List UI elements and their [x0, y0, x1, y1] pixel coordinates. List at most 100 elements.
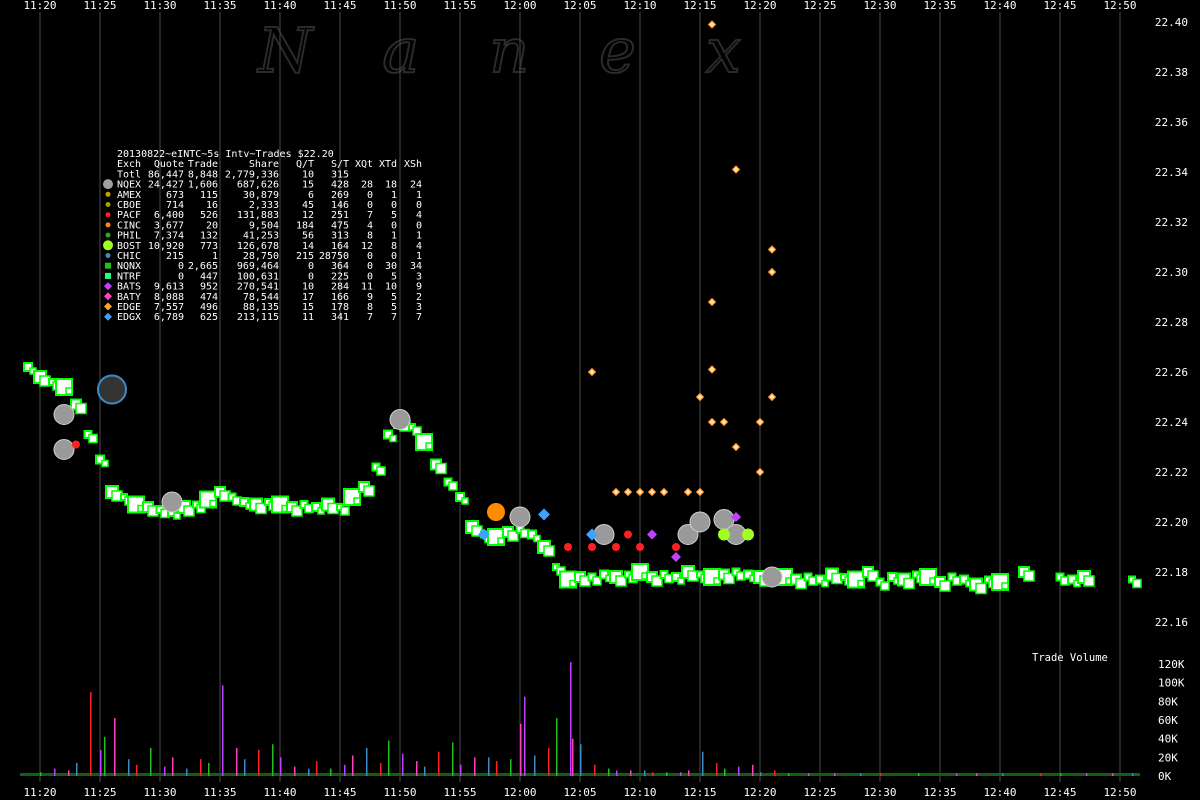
volume-bar — [272, 744, 274, 776]
x-tick-label: 11:35 — [203, 786, 236, 799]
volume-bar — [222, 685, 224, 776]
y-tick-label: 22.26 — [1155, 366, 1188, 379]
volume-bar — [416, 761, 418, 776]
volume-bar — [630, 770, 632, 776]
trade-marker-cinc — [487, 503, 505, 521]
volume-tick-label: 20K — [1158, 751, 1178, 764]
volume-bar — [100, 749, 102, 776]
trade-marker-nqnx — [1083, 575, 1095, 587]
volume-bar — [452, 742, 454, 776]
x-tick-label: 12:00 — [503, 786, 536, 799]
trade-marker-nqnx — [425, 442, 433, 450]
x-tick-label: 12:15 — [683, 786, 716, 799]
table-cell: 625 — [200, 312, 218, 323]
volume-tick-label: 60K — [1158, 714, 1178, 727]
table-header: XQt — [355, 159, 373, 170]
volume-bar — [976, 773, 978, 776]
x-tick-label: 12:45 — [1043, 0, 1076, 12]
x-tick-label: 11:30 — [143, 786, 176, 799]
volume-bar — [114, 718, 116, 776]
legend-marker — [103, 179, 113, 190]
x-tick-label: 12:05 — [563, 0, 596, 12]
volume-bar — [280, 757, 282, 776]
legend-marker — [105, 202, 111, 207]
y-tick-label: 22.24 — [1155, 416, 1188, 429]
y-tick-label: 22.38 — [1155, 66, 1188, 79]
x-tick-label: 12:40 — [983, 0, 1016, 12]
trade-marker-nqnx — [880, 581, 890, 591]
x-tick-label: 11:40 — [263, 786, 296, 799]
x-tick-label: 11:45 — [323, 0, 356, 12]
trade-marker-nqex — [689, 511, 711, 533]
trade-marker-nqex — [53, 404, 75, 425]
volume-tick-label: 80K — [1158, 695, 1178, 708]
volume-bar — [1002, 773, 1004, 776]
volume-tick-label: 40K — [1158, 733, 1178, 746]
trade-marker-bost — [718, 528, 730, 541]
x-tick-label: 12:15 — [683, 0, 716, 12]
trade-marker-nqex — [509, 506, 531, 528]
trade-marker-chic — [97, 374, 127, 405]
volume-bar — [572, 738, 574, 776]
trade-marker-pacf — [624, 530, 632, 539]
y-tick-label: 22.32 — [1155, 216, 1188, 229]
x-tick-label: 11:50 — [383, 786, 416, 799]
volume-bar — [1060, 773, 1062, 776]
volume-bar — [1112, 773, 1114, 776]
volume-bar — [402, 753, 404, 776]
legend-marker — [105, 212, 111, 218]
volume-bar — [616, 770, 618, 776]
trade-marker-nqnx — [543, 545, 555, 557]
y-tick-label: 22.36 — [1155, 116, 1188, 129]
y-tick-label: 22.16 — [1155, 616, 1188, 629]
volume-bar — [200, 759, 202, 776]
trade-marker-nqnx — [65, 387, 73, 395]
volume-bar — [556, 718, 558, 776]
y-tick-label: 22.40 — [1155, 16, 1188, 29]
trade-marker-pacf — [612, 543, 620, 551]
x-tick-label: 11:20 — [23, 786, 56, 799]
x-tick-label: 12:10 — [623, 786, 656, 799]
x-tick-label: 11:20 — [23, 0, 56, 12]
table-cell: 6,789 — [154, 312, 184, 323]
trade-marker-nqex — [389, 409, 411, 430]
volume-bar — [702, 751, 704, 776]
volume-bar — [570, 662, 572, 776]
legend-marker — [105, 253, 111, 258]
x-tick-label: 12:35 — [923, 0, 956, 12]
x-tick-label: 12:25 — [803, 786, 836, 799]
volume-bar — [136, 764, 138, 776]
volume-bar — [150, 748, 152, 776]
x-tick-label: 12:20 — [743, 0, 776, 12]
y-tick-label: 22.34 — [1155, 166, 1188, 179]
x-tick-label: 12:30 — [863, 0, 896, 12]
volume-bar — [388, 740, 390, 776]
x-tick-label: 11:55 — [443, 786, 476, 799]
volume-bar — [294, 766, 296, 776]
trade-marker-pacf — [72, 440, 80, 449]
volume-bar — [1086, 773, 1088, 776]
volume-bar — [76, 762, 78, 776]
volume-bar — [172, 757, 174, 776]
trade-marker-nqnx — [939, 580, 951, 592]
volume-bar — [128, 759, 130, 776]
volume-bar — [738, 766, 740, 776]
trade-marker-nqnx — [448, 481, 458, 491]
y-tick-label: 22.18 — [1155, 566, 1188, 579]
trade-marker-nqnx — [1023, 570, 1035, 582]
volume-tick-label: 100K — [1158, 677, 1185, 690]
volume-bar — [760, 772, 762, 776]
trade-marker-nqnx — [376, 466, 386, 476]
volume-bar — [316, 761, 318, 776]
x-tick-label: 11:50 — [383, 0, 416, 12]
x-tick-label: 12:35 — [923, 786, 956, 799]
volume-bar — [258, 749, 260, 776]
x-tick-label: 11:40 — [263, 0, 296, 12]
trade-marker-nqnx — [340, 506, 350, 516]
volume-bar — [688, 770, 690, 776]
trade-marker-nqex — [761, 566, 783, 588]
volume-bar — [580, 744, 582, 776]
volume-tick-label: 0K — [1158, 770, 1172, 783]
table-header: XSh — [404, 159, 422, 170]
trade-marker-nqnx — [353, 497, 361, 505]
